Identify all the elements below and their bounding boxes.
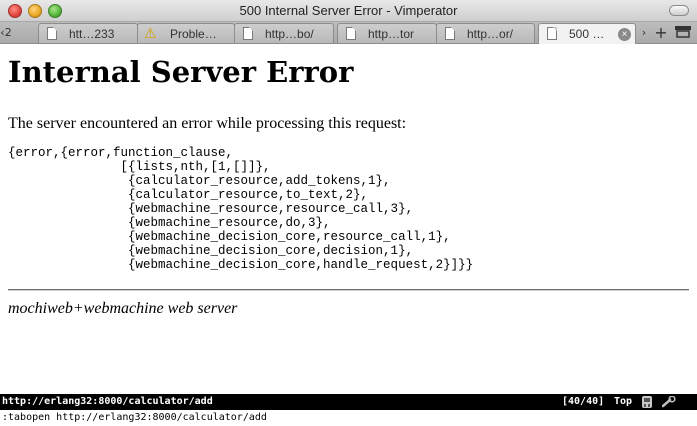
divider (8, 289, 689, 291)
document-icon (47, 27, 57, 40)
error-trace: {error,{error,function_clause, [{lists,n… (8, 146, 474, 272)
status-line: http://erlang32:8000/calculator/add [40/… (0, 394, 697, 410)
document-icon (547, 27, 557, 40)
addon-icon[interactable] (640, 395, 654, 409)
plus-icon: + (654, 23, 668, 42)
tab-1[interactable]: htt…233 (38, 23, 138, 43)
server-signature: mochiweb+webmachine web server (8, 300, 238, 317)
tab-count-indicator: [40/40] (562, 396, 605, 407)
tab-3[interactable]: http…bo/ (234, 23, 334, 43)
window-title: 500 Internal Server Error - Vimperator (239, 3, 458, 18)
tab-label: http…or/ (467, 27, 514, 41)
tab-list-button[interactable] (674, 25, 692, 39)
warning-icon: ⚠ (144, 25, 157, 41)
chevron-right-icon: › (641, 26, 647, 39)
new-tab-button[interactable]: + (652, 22, 670, 43)
page-title: Internal Server Error (8, 55, 354, 89)
tab-4[interactable]: http…tor (337, 23, 437, 43)
document-icon (243, 27, 253, 40)
tab-bar: ‹2 htt…233 ⚠ Proble… http…bo/ http…tor h… (0, 22, 697, 44)
scroll-position-indicator: Top (614, 396, 633, 407)
close-tab-icon[interactable]: × (618, 28, 631, 41)
tab-label: Proble… (170, 27, 217, 41)
page-content: Internal Server Error The server encount… (0, 44, 697, 394)
tab-label: http…bo/ (265, 27, 314, 41)
tab-2[interactable]: ⚠ Proble… (137, 23, 235, 43)
tab-scroll-right-button[interactable]: › (638, 22, 650, 43)
document-icon (445, 27, 455, 40)
tab-label: 500 … (569, 27, 605, 41)
window-titlebar: 500 Internal Server Error - Vimperator (0, 0, 697, 22)
tab-label: htt…233 (69, 27, 115, 41)
tab-6-active[interactable]: 500 … × (538, 23, 636, 44)
command-line[interactable]: :tabopen http://erlang32:8000/calculator… (0, 410, 697, 426)
tab-scroll-left-button[interactable]: ‹2 (0, 22, 12, 43)
tab-scroll-left-label: 2 (4, 26, 12, 39)
tab-label: http…tor (368, 27, 415, 41)
command-line-text: :tabopen http://erlang32:8000/calculator… (2, 412, 267, 423)
toolbar-toggle-button[interactable] (669, 5, 689, 16)
document-icon (346, 27, 356, 40)
error-intro-text: The server encountered an error while pr… (8, 115, 407, 132)
wrench-icon[interactable] (662, 396, 676, 408)
tab-list-icon (675, 26, 691, 38)
tab-5[interactable]: http…or/ (436, 23, 535, 43)
status-url: http://erlang32:8000/calculator/add (2, 396, 213, 407)
